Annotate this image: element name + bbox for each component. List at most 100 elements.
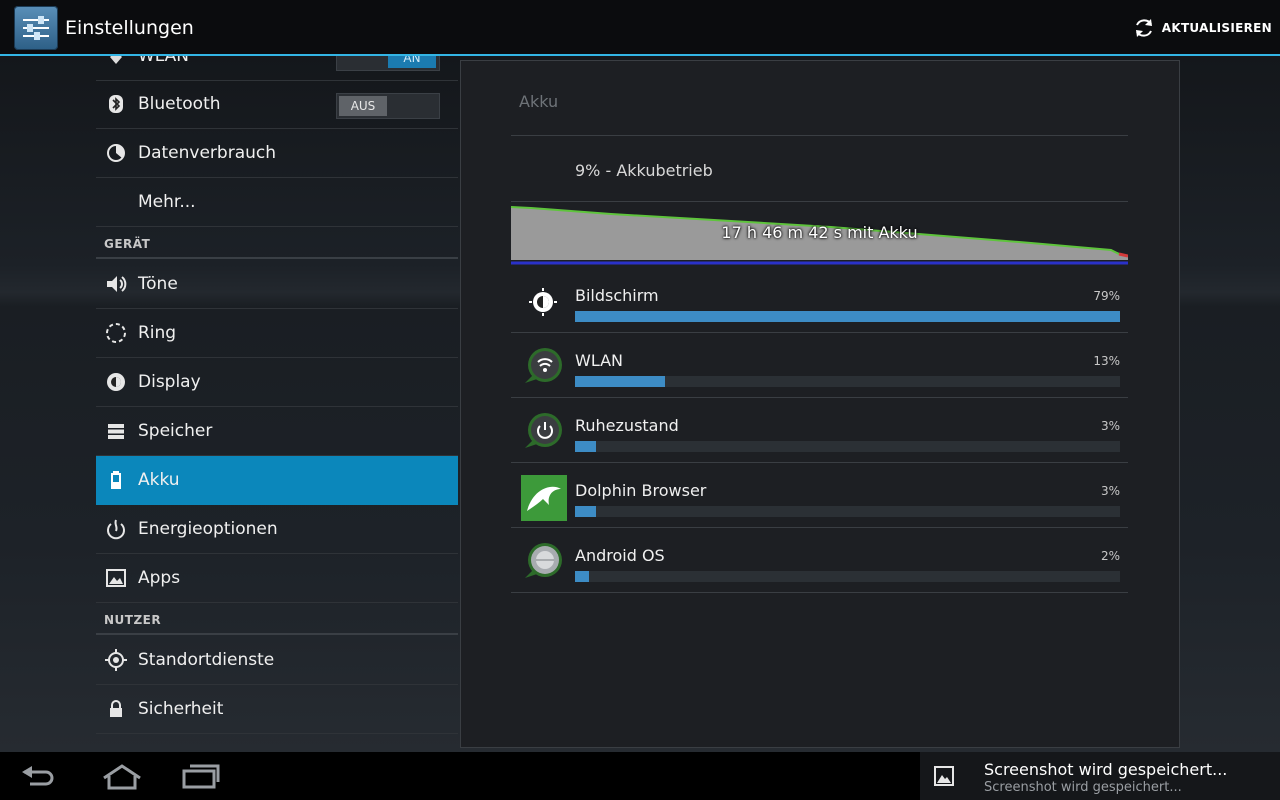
home-button[interactable] — [100, 762, 144, 794]
list-item-ring[interactable]: Ring — [96, 309, 458, 358]
refresh-icon — [1135, 19, 1152, 37]
notification-title: Screenshot wird gespeichert... — [984, 760, 1228, 779]
usage-bar-track — [575, 441, 1120, 452]
settings-app-icon[interactable] — [14, 6, 58, 50]
usage-row-wlan[interactable]: WLAN 13% — [511, 333, 1128, 398]
data-usage-icon — [104, 141, 128, 165]
list-item-apps[interactable]: Apps — [96, 554, 458, 603]
recent-apps-button[interactable] — [182, 762, 222, 794]
notification-subtitle: Screenshot wird gespeichert... — [984, 780, 1182, 795]
usage-bar-fill — [575, 571, 589, 582]
usage-bar-track — [575, 571, 1120, 582]
usage-row-android-os[interactable]: Android OS 2% — [511, 528, 1128, 593]
usage-bar-track — [575, 506, 1120, 517]
graph-label: 17 h 46 m 42 s mit Akku — [721, 223, 918, 242]
location-icon — [104, 648, 128, 672]
screenshot-notification[interactable]: Screenshot wird gespeichert... Screensho… — [920, 752, 1280, 800]
list-item-label: Bluetooth — [138, 94, 221, 114]
ring-icon — [104, 321, 128, 345]
settings-list[interactable]: WLAN AN Bluetooth AUS Datenverbrauch Meh… — [96, 56, 458, 752]
list-item-energieoptionen[interactable]: Energieoptionen — [96, 505, 458, 554]
divider — [511, 135, 1128, 136]
list-item-label: Sicherheit — [138, 699, 224, 719]
wifi-icon — [104, 56, 128, 68]
section-header-nutzer: NUTZER — [96, 603, 458, 635]
usage-name: Ruhezustand — [575, 416, 679, 435]
sliders-icon — [23, 16, 49, 40]
home-icon — [103, 764, 141, 790]
usage-name: Android OS — [575, 546, 665, 565]
back-icon — [22, 766, 54, 786]
list-item-label: Akku — [138, 470, 180, 490]
usage-name: WLAN — [575, 351, 624, 370]
list-item-label: WLAN — [138, 56, 190, 66]
power-icon — [521, 410, 565, 454]
volume-icon — [104, 272, 128, 296]
panel-title: Akku — [519, 92, 559, 111]
brightness-icon — [521, 280, 565, 324]
usage-bar-track — [575, 311, 1120, 322]
list-item-label: Speicher — [138, 421, 213, 441]
list-item-label: Datenverbrauch — [138, 143, 277, 163]
lock-icon — [104, 697, 128, 721]
action-bar: Einstellungen AKTUALISIEREN — [0, 0, 1280, 56]
usage-row-dolphin-browser[interactable]: Dolphin Browser 3% — [511, 463, 1128, 528]
usage-percent: 3% — [1100, 484, 1120, 498]
toggle-state: AUS — [339, 96, 387, 116]
battery-icon — [104, 468, 128, 492]
list-item-sicherheit[interactable]: Sicherheit — [96, 685, 458, 734]
list-item-partial[interactable] — [96, 734, 458, 752]
android-os-icon — [521, 540, 565, 584]
refresh-button[interactable]: AKTUALISIEREN — [1132, 14, 1272, 42]
battery-panel: Akku 9% - Akkubetrieb 17 h 46 m 42 s mit… — [460, 60, 1180, 748]
refresh-label: AKTUALISIEREN — [1161, 21, 1272, 35]
list-item-toene[interactable]: Töne — [96, 260, 458, 309]
section-label: GERÄT — [104, 237, 151, 251]
usage-bar-fill — [575, 311, 1120, 322]
usage-bar-fill — [575, 441, 596, 452]
bluetooth-icon — [104, 92, 128, 116]
list-item-wlan[interactable]: WLAN AN — [96, 56, 458, 81]
list-item-datenverbrauch[interactable]: Datenverbrauch — [96, 129, 458, 178]
brightness-icon — [104, 370, 128, 394]
usage-percent: 13% — [1093, 354, 1120, 368]
list-item-mehr[interactable]: Mehr... — [96, 178, 458, 227]
usage-percent: 79% — [1093, 289, 1120, 303]
list-item-label: Mehr... — [138, 192, 196, 212]
usage-bar-track — [575, 376, 1120, 387]
list-item-bluetooth[interactable]: Bluetooth AUS — [96, 80, 458, 129]
usage-name: Bildschirm — [575, 286, 659, 305]
list-item-speicher[interactable]: Speicher — [96, 407, 458, 456]
section-header-geraet: GERÄT — [96, 227, 458, 259]
list-item-label: Töne — [138, 274, 178, 294]
list-item-standortdienste[interactable]: Standortdienste — [96, 636, 458, 685]
battery-status: 9% - Akkubetrieb — [575, 161, 713, 180]
wlan-toggle[interactable]: AN — [336, 56, 440, 71]
section-label: NUTZER — [104, 613, 162, 627]
back-button[interactable] — [20, 762, 56, 794]
usage-row-bildschirm[interactable]: Bildschirm 79% — [511, 268, 1128, 333]
storage-icon — [104, 419, 128, 443]
image-icon — [932, 764, 956, 792]
list-item-display[interactable]: Display — [96, 358, 458, 407]
list-item-label: Ring — [138, 323, 177, 343]
power-icon — [104, 517, 128, 541]
list-item-label: Display — [138, 372, 201, 392]
list-item-label: Apps — [138, 568, 181, 588]
list-item-akku[interactable]: Akku — [96, 456, 458, 505]
usage-bar-fill — [575, 506, 596, 517]
usage-percent: 2% — [1100, 549, 1120, 563]
usage-percent: 3% — [1100, 419, 1120, 433]
recent-apps-icon — [182, 764, 220, 789]
apps-icon — [104, 566, 128, 590]
list-item-label: Standortdienste — [138, 650, 275, 670]
wifi-icon — [521, 345, 565, 389]
toggle-state: AN — [388, 56, 436, 68]
usage-name: Dolphin Browser — [575, 481, 707, 500]
usage-row-ruhezustand[interactable]: Ruhezustand 3% — [511, 398, 1128, 463]
dolphin-icon — [521, 475, 567, 521]
bluetooth-toggle[interactable]: AUS — [336, 93, 440, 119]
app-title: Einstellungen — [65, 17, 194, 39]
list-item-label: Energieoptionen — [138, 519, 278, 539]
usage-bar-fill — [575, 376, 665, 387]
